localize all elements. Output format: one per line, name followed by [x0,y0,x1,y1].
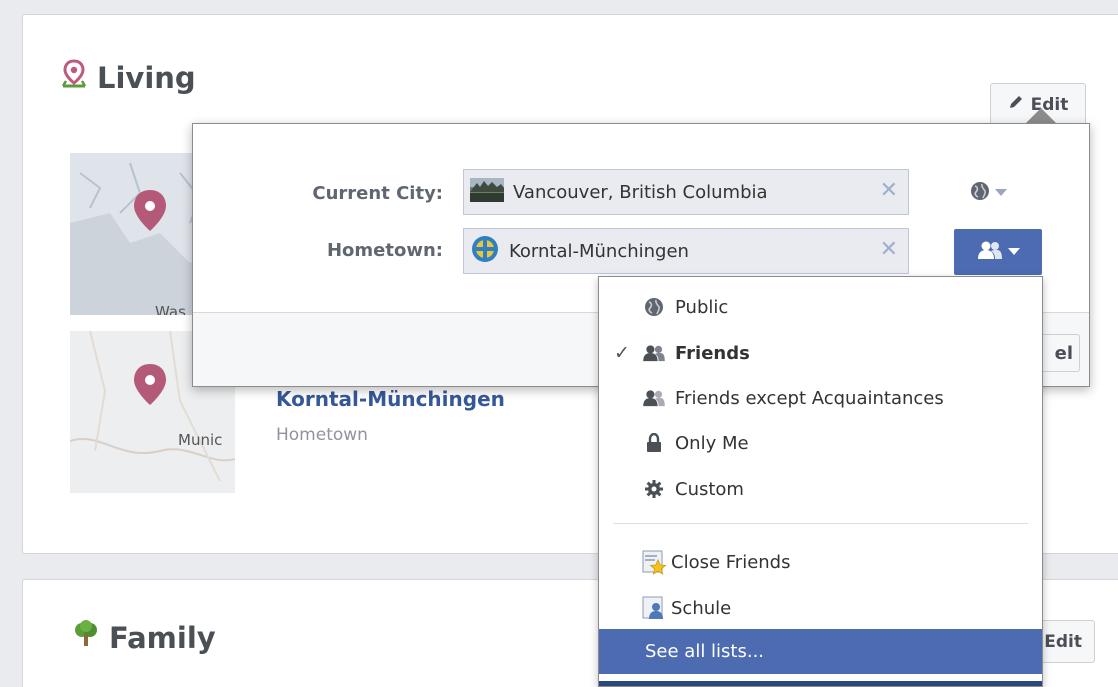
privacy-option-public[interactable]: Public [599,285,1042,329]
gear-icon [633,480,675,498]
hometown-link[interactable]: Korntal-Münchingen [276,387,505,411]
chevron-down-icon [1007,243,1020,261]
privacy-list-schule[interactable]: Schule [599,586,1042,630]
hometown-field[interactable]: Korntal-Münchingen ✕ [463,228,909,274]
popup-caret [1025,108,1057,124]
privacy-option-friends-except-acquaintances[interactable]: Friends except Acquaintances [599,376,1042,420]
living-title: Living [61,59,196,97]
globe-icon [633,297,675,317]
friends-except-icon [633,389,675,407]
close-friends-star-icon [633,549,675,575]
remove-current-city-icon[interactable]: ✕ [880,179,898,201]
family-title: Family [73,620,216,656]
menu-divider [613,523,1028,524]
remove-hometown-icon[interactable]: ✕ [880,238,898,260]
hometown-sublabel: Hometown [276,425,368,445]
privacy-option-only-me[interactable]: Only Me [599,421,1042,465]
pencil-icon [1008,94,1024,115]
tree-icon [73,620,99,656]
current-city-privacy-button[interactable] [943,174,1033,212]
hometown-privacy-button[interactable] [954,229,1042,275]
map-pin-icon [61,59,87,97]
privacy-option-friends[interactable]: ✓ Friends [599,331,1042,375]
current-city-label: Current City: [312,183,443,204]
menu-bottom-bar [599,681,1042,686]
hometown-label: Hometown: [326,240,443,261]
privacy-option-custom[interactable]: Custom [599,467,1042,511]
list-person-icon [633,595,675,621]
town-crest-icon [470,235,500,268]
chevron-down-icon [994,184,1007,202]
city-photo-icon [470,177,504,207]
lock-icon [633,433,675,453]
checkmark-icon: ✓ [614,342,630,364]
cancel-button[interactable]: el [1040,334,1080,372]
friends-icon [977,240,1003,265]
globe-icon [970,181,990,206]
privacy-dropdown-menu: Public ✓ Friends Friends except Acquaint… [598,276,1043,687]
see-all-lists-item[interactable]: See all lists... [599,629,1042,674]
current-city-field[interactable]: Vancouver, British Columbia ✕ [463,169,909,215]
friends-icon [633,344,675,362]
privacy-list-close-friends[interactable]: Close Friends [599,540,1042,584]
